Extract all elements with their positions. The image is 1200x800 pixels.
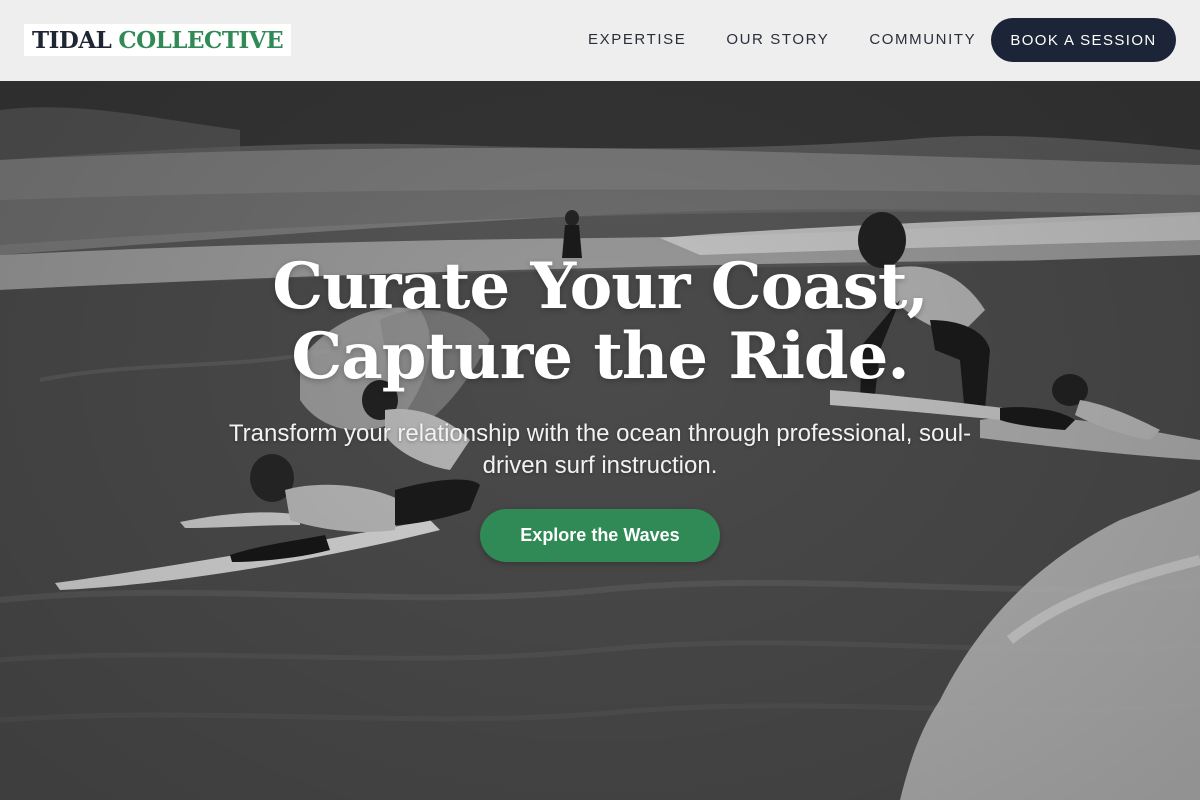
explore-waves-button[interactable]: Explore the Waves: [480, 509, 720, 562]
nav-link-expertise[interactable]: EXPERTISE: [588, 31, 686, 48]
hero-headline: Curate Your Coast, Capture the Ride.: [0, 252, 1200, 392]
hero-headline-line-1: Curate Your Coast,: [272, 249, 929, 324]
brand-logo-word-2: COLLECTIVE: [118, 26, 284, 54]
book-session-button[interactable]: BOOK A SESSION: [991, 18, 1176, 62]
site-header: TIDAL COLLECTIVE EXPERTISE OUR STORY COM…: [0, 0, 1200, 81]
hero-subheading: Transform your relationship with the oce…: [228, 420, 972, 479]
hero-headline-line-2: Capture the Ride.: [291, 319, 909, 394]
brand-logo-word-1: TIDAL: [32, 26, 112, 54]
hero-section: [0, 0, 1200, 800]
nav-link-our-story[interactable]: OUR STORY: [726, 31, 829, 48]
nav-link-community[interactable]: COMMUNITY: [869, 31, 976, 48]
brand-logo[interactable]: TIDAL COLLECTIVE: [24, 24, 292, 56]
main-nav: EXPERTISE OUR STORY COMMUNITY: [588, 31, 1016, 48]
hero-overlay: [0, 0, 1200, 800]
